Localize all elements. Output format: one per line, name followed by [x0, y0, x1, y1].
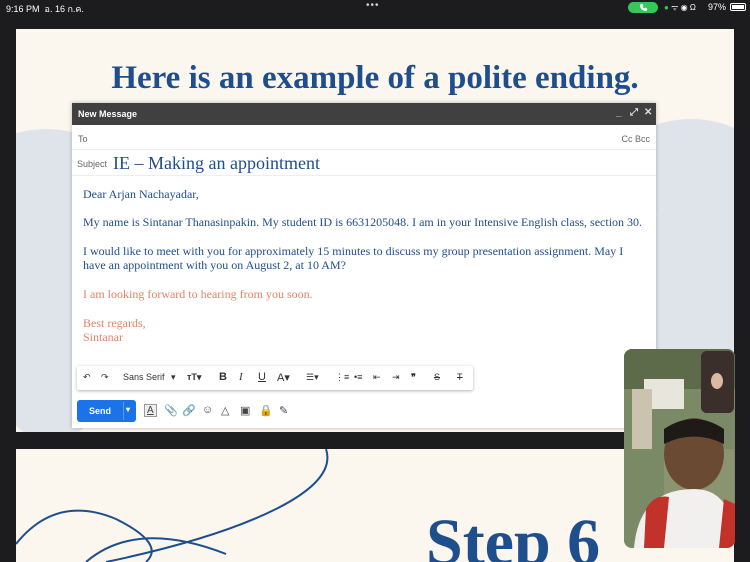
wifi-icon: ᯤ	[671, 3, 679, 12]
body-greeting[interactable]: Dear Arjan Nachayadar,	[83, 187, 199, 202]
green-dot-icon: ●	[664, 3, 669, 12]
body-closing-line[interactable]: I am looking forward to hearing from you…	[83, 287, 313, 302]
battery-icon	[730, 3, 746, 11]
formatting-options-icon[interactable]: A	[144, 404, 157, 417]
phone-icon	[639, 4, 647, 12]
close-icon[interactable]: ✕	[644, 107, 652, 118]
underline-icon[interactable]: U	[258, 371, 266, 383]
status-bar: 9:16 PM อ. 16 ก.ค. ••• ● ᯤ ◉ Ω 97%	[0, 0, 750, 14]
signature-icon[interactable]: ✎	[279, 404, 288, 417]
numbered-list-icon[interactable]: ⋮≡	[335, 372, 349, 383]
self-view-pip[interactable]	[701, 351, 734, 413]
body-paragraph-1[interactable]: My name is Sintanar Thanasinpakin. My st…	[83, 215, 642, 230]
body-paragraph-2-line-1[interactable]: I would like to meet with you for approx…	[83, 244, 623, 259]
undo-icon[interactable]: ↶	[83, 372, 91, 383]
photo-icon[interactable]: ▣	[240, 404, 250, 417]
compose-header: New Message _ ⤢ ✕	[72, 103, 656, 125]
body-paragraph-2-line-2[interactable]: have an appointment with you on August 2…	[83, 258, 346, 273]
quote-icon[interactable]: ❞	[411, 372, 416, 383]
active-call-indicator[interactable]	[628, 2, 658, 13]
indent-more-icon[interactable]: ⇥	[392, 372, 400, 383]
to-label: To	[78, 134, 88, 144]
text-size-icon[interactable]: тT▾	[187, 372, 201, 383]
send-label: Send	[89, 406, 112, 416]
bulleted-list-icon[interactable]: •≡	[354, 372, 362, 382]
subject-value[interactable]: IE – Making an appointment	[113, 153, 320, 174]
link-icon[interactable]: 🔗	[182, 404, 196, 417]
status-icons: ● ᯤ ◉ Ω	[664, 2, 696, 13]
send-divider	[123, 402, 124, 420]
minimize-icon[interactable]: _	[616, 107, 622, 118]
cc-bcc-link[interactable]: Cc Bcc	[621, 134, 650, 144]
text-color-icon[interactable]: A▾	[277, 371, 290, 384]
indent-less-icon[interactable]: ⇤	[373, 372, 381, 383]
redo-icon[interactable]: ↷	[101, 372, 109, 383]
strikethrough-icon[interactable]: S	[434, 372, 440, 382]
drive-icon[interactable]: △	[221, 404, 229, 417]
emoji-icon[interactable]: ☺	[202, 404, 213, 416]
formatting-toolbar: ↶ ↷ Sans Serif ▾ тT▾ B I U A▾ ☰▾ ⋮≡ •≡ ⇤…	[77, 366, 473, 390]
body-sign-off[interactable]: Best regards,	[83, 316, 146, 331]
slide-title: Here is an example of a polite ending.	[111, 60, 639, 96]
status-time: 9:16 PM อ. 16 ก.ค.	[6, 4, 84, 14]
remove-formatting-icon[interactable]: T	[457, 372, 463, 382]
send-options-icon[interactable]: ▾	[126, 405, 130, 414]
italic-icon[interactable]: I	[239, 371, 243, 383]
compose-window: New Message _ ⤢ ✕ To Cc Bcc Subject IE –…	[72, 103, 656, 428]
font-select[interactable]: Sans Serif	[123, 372, 165, 382]
subject-label: Subject	[77, 159, 108, 169]
next-slide-title: Step 6	[426, 506, 601, 562]
location-icon: ◉	[680, 3, 688, 12]
expand-icon[interactable]: ⤢	[630, 107, 638, 118]
align-icon[interactable]: ☰▾	[306, 372, 319, 383]
body-name[interactable]: Sintanar	[83, 330, 123, 345]
send-button[interactable]: Send ▾	[77, 400, 136, 422]
multitask-dots[interactable]: •••	[366, 0, 380, 11]
to-field[interactable]: To Cc Bcc	[72, 126, 656, 150]
chevron-down-icon[interactable]: ▾	[171, 372, 176, 383]
compose-title: New Message	[78, 109, 138, 119]
attach-icon[interactable]: 📎	[164, 404, 178, 417]
battery-percent: 97%	[708, 2, 727, 12]
ipad-screen: 9:16 PM อ. 16 ก.ค. ••• ● ᯤ ◉ Ω 97% Here …	[0, 0, 750, 562]
self-camera-feed	[701, 351, 734, 413]
headphones-icon: Ω	[689, 3, 696, 12]
bold-icon[interactable]: B	[219, 371, 227, 383]
subject-field[interactable]: Subject IE – Making an appointment	[72, 151, 656, 176]
confidential-icon[interactable]: 🔒	[259, 404, 273, 417]
